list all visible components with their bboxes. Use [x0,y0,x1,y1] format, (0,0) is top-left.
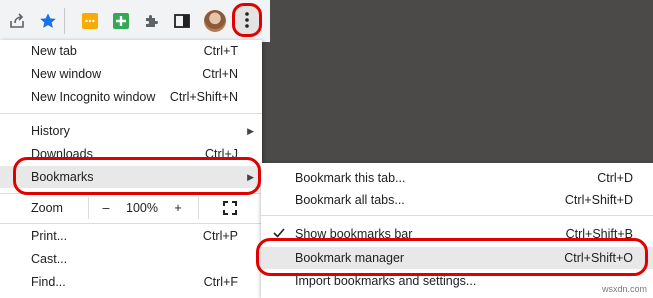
submenu-item-show-bookmarks-bar[interactable]: Show bookmarks bar Ctrl+Shift+B [261,223,653,245]
menu-item-label: Bookmark manager [295,251,405,265]
bookmarks-submenu: Bookmark this tab... Ctrl+D Bookmark all… [261,163,653,298]
zoom-in-button[interactable]: + [168,197,188,219]
menu-item-bookmarks[interactable]: Bookmarks ▶ [0,166,262,188]
kebab-menu-button[interactable] [232,3,262,37]
menu-item-new-window[interactable]: New window Ctrl+N [0,63,262,85]
share-icon[interactable] [5,9,29,33]
menu-item-shortcut: Ctrl+F [203,275,238,289]
submenu-item-bookmark-this-tab[interactable]: Bookmark this tab... Ctrl+D [261,167,653,189]
menu-item-label: History [31,124,70,138]
menu-item-shortcut: Ctrl+T [203,44,238,58]
toolbar-divider [64,8,65,34]
menu-item-label: Zoom [31,201,63,215]
menu-item-history[interactable]: History ▶ [0,120,262,142]
menu-item-shortcut: Ctrl+Shift+O [564,251,633,265]
menu-item-new-incognito-window[interactable]: New Incognito window Ctrl+Shift+N [0,86,262,108]
submenu-arrow-icon: ▶ [247,172,254,182]
menu-item-shortcut: Ctrl+N [202,67,238,81]
menu-item-label: Find... [31,275,66,289]
profile-avatar[interactable] [203,9,227,33]
menu-item-label: Cast... [31,252,68,266]
chrome-main-menu: New tab Ctrl+T New window Ctrl+N New Inc… [0,40,262,298]
extension-yellow-icon[interactable] [78,9,102,33]
menu-separator [0,113,262,114]
submenu-arrow-icon: ▶ [247,126,254,136]
menu-item-label: New Incognito window [31,90,156,104]
zoom-level: 100% [126,201,158,215]
menu-item-find[interactable]: Find... Ctrl+F [0,271,262,293]
zoom-divider [198,197,199,219]
zoom-out-button[interactable]: – [96,197,116,219]
submenu-item-bookmark-manager[interactable]: Bookmark manager Ctrl+Shift+O [261,247,653,269]
checkmark-icon [273,223,285,246]
fullscreen-button[interactable] [218,197,242,219]
submenu-item-bookmark-all-tabs[interactable]: Bookmark all tabs... Ctrl+Shift+D [261,189,653,211]
menu-separator [261,215,653,216]
menu-item-label: New window [31,67,102,81]
menu-item-print[interactable]: Print... Ctrl+P [0,225,262,247]
submenu-item-import-bookmarks[interactable]: Import bookmarks and settings... [261,270,653,292]
menu-item-shortcut: Ctrl+Shift+N [169,90,238,104]
menu-item-shortcut: Ctrl+D [597,171,633,185]
menu-item-label: Bookmark this tab... [295,171,406,185]
menu-item-new-tab[interactable]: New tab Ctrl+T [0,40,262,62]
extension-green-plus-icon[interactable] [109,9,133,33]
menu-item-label: Print... [31,229,68,243]
side-panel-icon[interactable] [170,9,194,33]
menu-item-downloads[interactable]: Downloads Ctrl+J [0,143,262,165]
menu-item-label: Downloads [31,147,93,161]
menu-item-shortcut: Ctrl+Shift+D [564,193,633,207]
menu-item-label: Import bookmarks and settings... [295,274,477,288]
menu-item-shortcut: Ctrl+Shift+B [565,227,633,241]
menu-item-cast[interactable]: Cast... [0,248,262,270]
menu-item-shortcut: Ctrl+P [202,229,238,243]
menu-separator [0,223,262,224]
browser-toolbar [0,0,270,42]
menu-item-label: Show bookmarks bar [295,227,413,241]
menu-separator [0,193,262,194]
puzzle-extensions-icon[interactable] [140,9,164,33]
menu-item-label: New tab [31,44,77,58]
fullscreen-icon [223,201,237,215]
kebab-menu-icon [245,12,249,28]
menu-item-shortcut: Ctrl+J [205,147,238,161]
menu-item-label: Bookmark all tabs... [295,193,405,207]
watermark: wsxdn.com [601,284,647,294]
menu-item-zoom: Zoom – 100% + [0,197,262,219]
zoom-divider [88,197,89,219]
page-background [270,0,653,163]
menu-item-label: Bookmarks [31,170,94,184]
bookmark-star-icon[interactable] [36,9,60,33]
